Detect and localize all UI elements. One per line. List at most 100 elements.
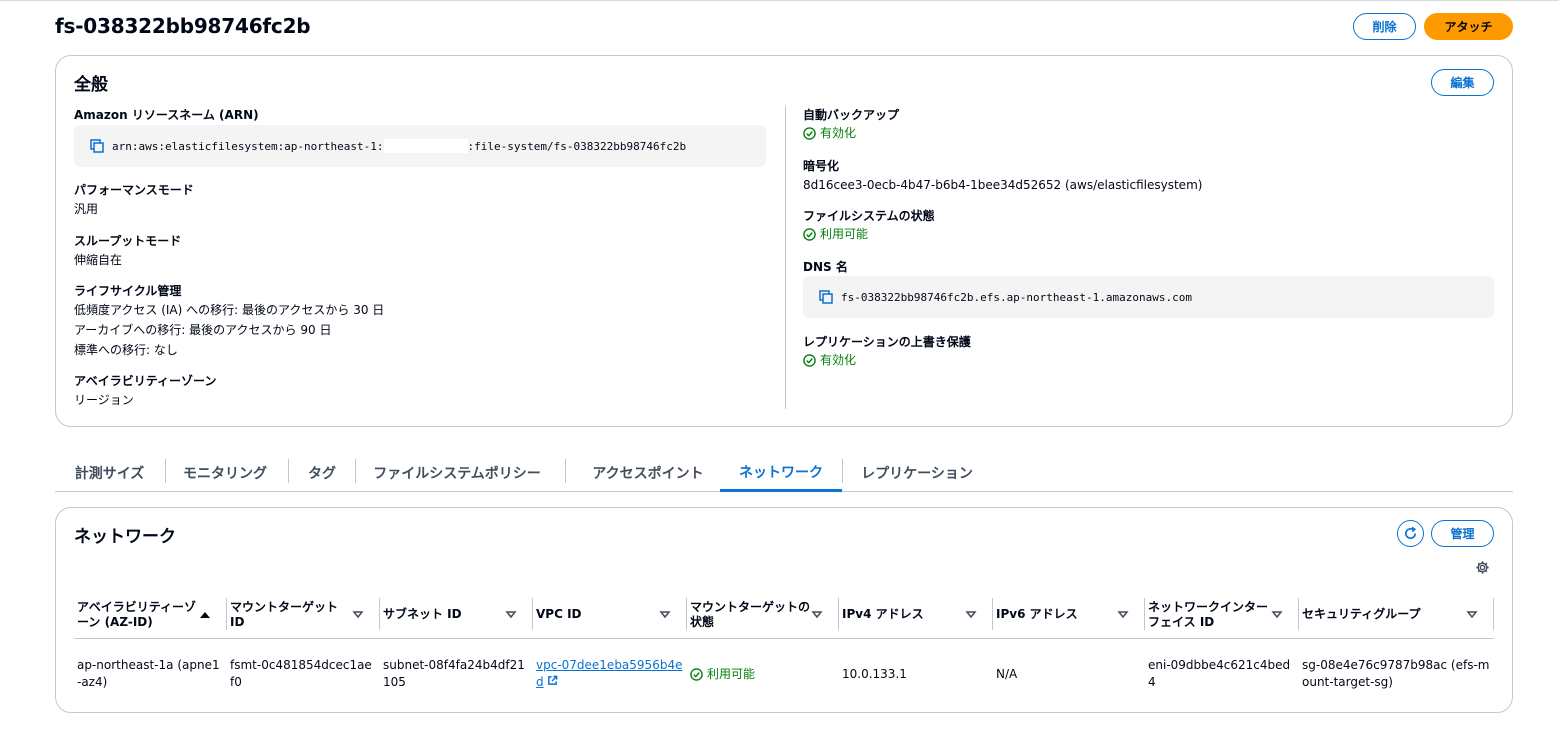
column-header[interactable]: セキュリティグループ	[1299, 592, 1494, 639]
lifecycle-line: 標準への移行: なし	[74, 343, 178, 357]
tab-network[interactable]: ネットワーク	[720, 455, 842, 492]
cell-state: 利用可能	[687, 638, 839, 710]
dns-value: fs-038322bb98746fc2b.efs.ap-northeast-1.…	[841, 290, 1192, 304]
check-circle-icon	[803, 353, 816, 367]
cell-vpc-id: vpc-07dee1eba5956b4ed	[533, 638, 687, 710]
column-header[interactable]: ネットワークインターフェイス ID	[1145, 592, 1299, 639]
tab-separator	[842, 459, 843, 483]
replication-protection-value: 有効化	[820, 353, 857, 367]
check-circle-icon	[690, 667, 703, 681]
column-header[interactable]: IPv4 アドレス	[839, 592, 993, 639]
sort-caret-icon	[505, 611, 517, 618]
cell-ipv6: N/A	[996, 666, 1018, 681]
sort-caret-icon	[1271, 611, 1283, 618]
redacted-account-id	[383, 139, 468, 153]
refresh-button[interactable]	[1397, 520, 1424, 547]
general-container: 全般 編集 Amazon リソースネーム (ARN) arn:aws:elast…	[55, 55, 1513, 427]
cell-security-group: sg-08e4e76c9787b98ac (efs-mount-target-s…	[1302, 658, 1490, 690]
tab-replication[interactable]: レプリケーション	[852, 455, 982, 491]
auto-backup-label: 自動バックアップ	[803, 108, 900, 122]
auto-backup-status: 有効化	[803, 124, 899, 142]
throughput-mode-value: 伸縮自在	[74, 253, 123, 267]
fs-state-value: 利用可能	[820, 227, 869, 241]
mount-target-status: 利用可能	[690, 665, 835, 683]
tab-separator	[565, 459, 566, 483]
sort-caret-icon	[1466, 611, 1478, 618]
throughput-mode-field: スループットモード 伸縮自在	[74, 232, 181, 270]
tab-tags[interactable]: タグ	[298, 455, 346, 491]
lifecycle-label: ライフサイクル管理	[74, 284, 182, 298]
lifecycle-line: アーカイブへの移行: 最後のアクセスから 90 日	[74, 323, 332, 337]
column-header[interactable]: サブネット ID	[380, 592, 533, 639]
copy-icon[interactable]	[819, 290, 833, 304]
cell-mount-target-id: fsmt-0c481854dcec1aef0	[230, 658, 372, 690]
tab-file-system-policy[interactable]: ファイルシステムポリシー	[365, 455, 549, 491]
cell-subnet-id: subnet-08f4fa24b4df21105	[383, 658, 525, 690]
manage-button[interactable]: 管理	[1431, 520, 1494, 547]
performance-mode-field: パフォーマンスモード 汎用	[74, 181, 194, 219]
table-row: ap-northeast-1a (apne1-az4) fsmt-0c48185…	[74, 638, 1494, 710]
check-circle-icon	[803, 227, 816, 241]
arn-suffix: :file-system/fs-038322bb98746fc2b	[467, 139, 687, 153]
dns-field: DNS 名	[803, 258, 848, 276]
availability-zone-value: リージョン	[74, 393, 134, 407]
auto-backup-field: 自動バックアップ 有効化	[803, 106, 899, 142]
tab-access-points[interactable]: アクセスポイント	[575, 455, 721, 491]
column-header[interactable]: アベイラビリティーゾーン (AZ-ID)	[74, 592, 227, 639]
sort-caret-icon	[352, 611, 364, 618]
general-title: 全般	[74, 75, 108, 95]
tab-metered-size[interactable]: 計測サイズ	[64, 455, 155, 491]
cell-eni-id: eni-09dbbe4c621c4bed4	[1148, 658, 1291, 690]
tab-separator	[288, 459, 289, 483]
sort-caret-icon	[659, 611, 671, 618]
replication-protection-field: レプリケーションの上書き保護 有効化	[803, 333, 971, 369]
tab-monitoring[interactable]: モニタリング	[173, 455, 277, 491]
fs-state-field: ファイルシステムの状態 利用可能	[803, 207, 935, 243]
lifecycle-field: ライフサイクル管理 低頻度アクセス (IA) への移行: 最後のアクセスから 3…	[74, 282, 384, 360]
column-header[interactable]: マウントターゲット ID	[227, 592, 380, 639]
edit-button[interactable]: 編集	[1431, 69, 1494, 96]
cell-az: ap-northeast-1a (apne1-az4)	[77, 658, 220, 690]
availability-zone-field: アベイラビリティーゾーン リージョン	[74, 372, 216, 410]
table-header-row: アベイラビリティーゾーン (AZ-ID) マウントターゲット ID サブネット …	[74, 592, 1494, 639]
availability-zone-label: アベイラビリティーゾーン	[74, 374, 217, 388]
dns-label: DNS 名	[803, 260, 848, 274]
attach-button[interactable]: アタッチ	[1424, 13, 1513, 40]
tab-bar: 計測サイズ モニタリング タグ ファイルシステムポリシー アクセスポイント ネッ…	[55, 455, 1513, 492]
page-header: fs-038322bb98746fc2b 削除 アタッチ	[55, 12, 1513, 42]
sort-caret-icon	[1117, 611, 1129, 618]
sort-caret-icon	[965, 611, 977, 618]
replication-protection-status: 有効化	[803, 351, 971, 369]
replication-protection-label: レプリケーションの上書き保護	[803, 335, 971, 349]
tab-separator	[165, 459, 166, 483]
fs-state-label: ファイルシステムの状態	[803, 209, 935, 223]
column-header[interactable]: IPv6 アドレス	[993, 592, 1145, 639]
sort-caret-icon	[811, 611, 823, 618]
gear-icon[interactable]	[1475, 560, 1491, 576]
performance-mode-label: パフォーマンスモード	[74, 183, 194, 197]
copy-icon[interactable]	[90, 139, 104, 153]
arn-prefix: arn:aws:elasticfilesystem:ap-northeast-1…	[112, 139, 384, 153]
network-container: ネットワーク 管理 アベイラビリティーゾーン (AZ-ID) マウントターゲット…	[55, 507, 1513, 713]
dns-copybox: fs-038322bb98746fc2b.efs.ap-northeast-1.…	[803, 276, 1494, 318]
performance-mode-value: 汎用	[74, 202, 99, 216]
page-title: fs-038322bb98746fc2b	[55, 14, 311, 38]
encryption-value: 8d16cee3-0ecb-4b47-b6b4-1bee34d52652 (aw…	[803, 178, 1203, 192]
sort-ascending-icon	[200, 611, 210, 618]
column-header[interactable]: VPC ID	[533, 592, 687, 639]
encryption-label: 暗号化	[803, 159, 840, 173]
lifecycle-line: 低頻度アクセス (IA) への移行: 最後のアクセスから 30 日	[74, 303, 385, 317]
arn-copybox: arn:aws:elasticfilesystem:ap-northeast-1…	[74, 125, 766, 167]
fs-state-status: 利用可能	[803, 225, 935, 243]
column-divider	[785, 106, 786, 409]
refresh-icon	[1405, 526, 1417, 540]
arn-label: Amazon リソースネーム (ARN)	[74, 108, 259, 122]
arn-field: Amazon リソースネーム (ARN)	[74, 106, 259, 124]
column-header[interactable]: マウントターゲットの状態	[687, 592, 839, 639]
auto-backup-value: 有効化	[820, 126, 857, 140]
external-link-icon	[548, 675, 558, 686]
cell-ipv4: 10.0.133.1	[842, 666, 907, 681]
check-circle-icon	[803, 126, 816, 140]
throughput-mode-label: スループットモード	[74, 234, 182, 248]
delete-button[interactable]: 削除	[1353, 13, 1416, 40]
